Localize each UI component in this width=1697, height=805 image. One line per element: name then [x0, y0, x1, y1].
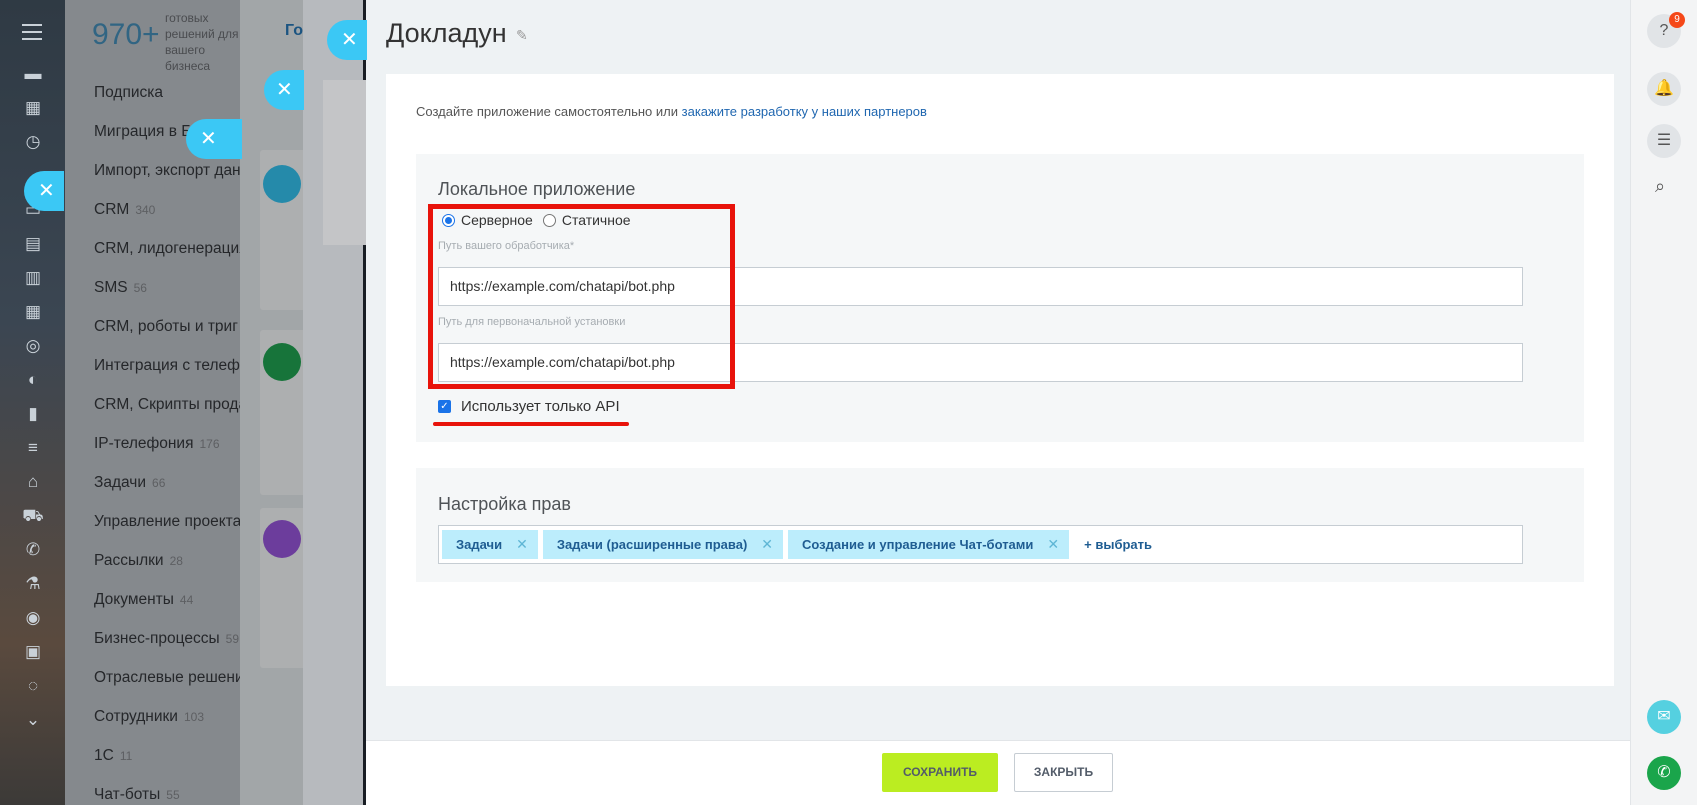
rights-selector[interactable]: Задачи ✕ Задачи (расширенные права) ✕ Созд… [438, 525, 1523, 564]
store-icon[interactable]: ⌂ [20, 471, 46, 493]
close-slider-icon[interactable]: ✕ [327, 20, 367, 60]
phone-icon[interactable]: ✆ [20, 539, 46, 561]
o1-icon[interactable]: ◌ [20, 675, 46, 697]
page-title: Докладун [386, 18, 507, 48]
rights-tag: Создание и управление Чат-ботами ✕ [788, 530, 1070, 559]
intro-text: Создайте приложение самостоятельно или з… [416, 104, 927, 119]
save-button[interactable]: СОХРАНИТЬ [882, 753, 998, 792]
remove-tag-icon[interactable]: ✕ [761, 536, 773, 553]
flask-icon[interactable]: ⚗ [20, 573, 46, 595]
local-app-section: Локальное приложение Серверное Статичное… [416, 154, 1584, 442]
moon-icon[interactable]: ◐ [20, 369, 46, 391]
add-right-button[interactable]: + выбрать [1084, 537, 1152, 552]
chat-icon[interactable]: ☰ [1647, 124, 1681, 158]
close-button[interactable]: ЗАКРЫТЬ [1014, 753, 1113, 792]
pencil-icon[interactable]: ✎ [516, 27, 528, 44]
book-icon[interactable]: ▥ [20, 267, 46, 289]
close-icon[interactable]: ✕ [186, 119, 242, 159]
onec-icon[interactable]: ◉ [20, 607, 46, 629]
slider-footer: СОХРАНИТЬ ЗАКРЫТЬ [366, 740, 1630, 805]
close-icon[interactable]: ✕ [24, 171, 64, 211]
right-sidebar: ? 9 🔔 ☰ ⌕ ✉ ✆ [1630, 0, 1697, 805]
rights-section: Настройка прав Задачи ✕ Задачи (расширенн… [416, 468, 1584, 582]
close-icon[interactable]: ✕ [264, 70, 304, 110]
help-badge: 9 [1669, 12, 1685, 28]
rights-tag: Задачи (расширенные права) ✕ [542, 530, 784, 559]
contact-card-icon[interactable]: ▤ [20, 233, 46, 255]
grid-icon[interactable]: ▦ [20, 301, 46, 323]
stream-icon[interactable]: ▬ [20, 63, 46, 85]
section-title: Локальное приложение [438, 179, 636, 199]
api-only-label: Использует только API [461, 398, 620, 415]
api-only-checkbox[interactable]: ✓ [438, 400, 451, 413]
sliders-icon[interactable]: ≡ [20, 437, 46, 459]
cart-icon[interactable]: ⛟ [20, 505, 46, 527]
rights-tag: Задачи ✕ [442, 530, 538, 559]
chevron-down-icon[interactable]: ⌄ [20, 709, 46, 731]
target-icon[interactable]: ◎ [20, 335, 46, 357]
remove-tag-icon[interactable]: ✕ [516, 536, 528, 553]
annotation-underline [433, 422, 629, 426]
partners-link[interactable]: закажите разработку у наших партнеров [682, 104, 927, 119]
api-only-row: ✓ Использует только API [438, 398, 620, 415]
calendar-icon[interactable]: ▦ [20, 97, 46, 119]
notes-icon[interactable]: ✉ [1647, 700, 1681, 734]
left-icon-rail: ▬ ▦ ◷ ▭ ▤ ▥ ▦ ◎ ◐ ▮ ≡ ⌂ ⛟ ✆ ⚗ ◉ ▣ ◌ ⌄ [0, 0, 65, 805]
sidebar-vertical-text [1655, 360, 1675, 460]
search-icon[interactable]: ⌕ [1655, 176, 1665, 197]
hamburger-menu-icon[interactable] [22, 24, 42, 45]
box-icon[interactable]: ▣ [20, 641, 46, 663]
bell-icon[interactable]: 🔔 [1647, 72, 1681, 106]
clock-icon[interactable]: ◷ [20, 131, 46, 153]
settings-content: Создайте приложение самостоятельно или з… [386, 74, 1614, 686]
phone-call-icon[interactable]: ✆ [1647, 756, 1681, 790]
annotation-highlight-box [428, 204, 735, 389]
bar-chart-icon[interactable]: ▮ [20, 403, 46, 425]
app-settings-slider: Докладун ✎ Создайте приложение самостоят… [366, 0, 1630, 805]
remove-tag-icon[interactable]: ✕ [1047, 536, 1059, 553]
section-title: Настройка прав [438, 494, 571, 514]
